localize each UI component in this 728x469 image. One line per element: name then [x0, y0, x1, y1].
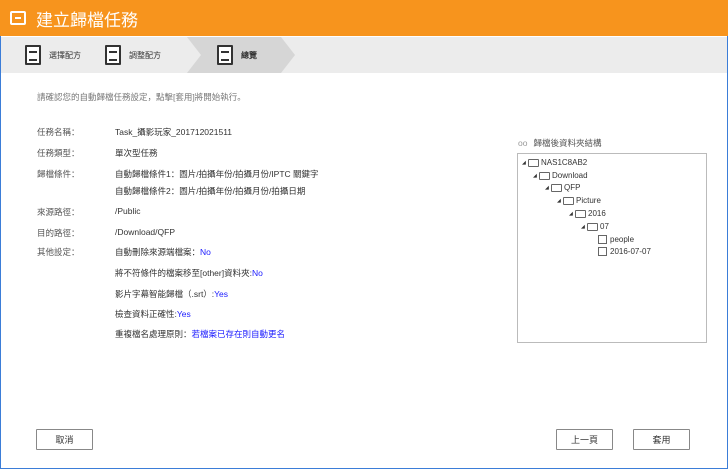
setting-other-folder: 將不符條件的檔案移至[other]資料夾:No — [115, 267, 263, 279]
book-icon — [105, 45, 121, 65]
value: 單次型任務 — [115, 148, 158, 158]
label: 來源路徑： — [37, 207, 80, 217]
folder-icon — [575, 209, 586, 218]
tree-node[interactable]: ◢ Picture — [557, 196, 601, 205]
tree-node[interactable]: ◢ QFP — [545, 183, 580, 192]
folder-icon — [539, 171, 550, 180]
value: /Download/QFP — [115, 227, 175, 237]
value: 自動刪除來源端檔案：No — [115, 246, 211, 258]
step-label: 選擇配方 — [49, 50, 81, 60]
tree-node[interactable]: ◢ Download — [533, 171, 588, 180]
task-name-row: 任務名稱： Task_攝影玩家_201712021511 — [37, 126, 232, 138]
label: 目的路徑： — [37, 228, 80, 238]
label: 任務名稱： — [37, 127, 80, 137]
folder-icon — [528, 158, 539, 167]
node-label: QFP — [564, 183, 581, 192]
step-label: 總覽 — [241, 50, 257, 60]
destination-row: 目的路徑： /Download/QFP — [37, 227, 175, 239]
step-adjust-recipe: 調整配方 — [81, 37, 161, 73]
folder-tree: ◢ NAS1C8AB2 ◢ Download ◢ QFP ◢ Picture ◢ 2016… — [517, 153, 707, 343]
folder-icon — [587, 222, 598, 231]
folder-icon — [598, 235, 607, 244]
tree-node[interactable]: ◢ NAS1C8AB2 — [522, 158, 587, 167]
other-settings-row: 其他設定： 自動刪除來源端檔案：No — [37, 246, 211, 258]
step-select-recipe: 選擇配方 — [1, 37, 81, 73]
setting-label: 將不符條件的檔案移至[other]資料夾: — [115, 268, 252, 278]
setting-value: Yes — [214, 289, 229, 299]
folder-icon — [598, 247, 607, 256]
wizard-steps: 選擇配方 調整配方 總覽 — [1, 37, 727, 73]
node-label: Picture — [576, 196, 601, 205]
dialog-title: 建立歸檔任務 — [36, 10, 138, 30]
node-label: 07 — [600, 222, 609, 231]
node-label: people — [610, 235, 635, 244]
archive-icon — [10, 11, 26, 25]
setting-label: 影片字幕智能歸檔（.srt）: — [115, 289, 215, 299]
setting-verify: 檢查資料正確性:Yes — [115, 308, 191, 320]
setting-duplicate: 重複檔名處理原則：若檔案已存在則自動更名 — [115, 328, 285, 340]
tree-leaf[interactable]: 2016-07-07 — [598, 247, 651, 256]
label: 歸檔條件： — [37, 169, 80, 179]
setting-value: 若檔案已存在則自動更名 — [191, 329, 286, 339]
setting-value: No — [251, 268, 263, 278]
label: 任務類型： — [37, 148, 80, 158]
condition-2: 自動歸檔條件2：圖片/拍攝年份/拍攝月份/拍攝日期 — [115, 186, 306, 196]
tree-heading: oo 歸檔後資料夾結構 — [518, 137, 601, 149]
node-label: Download — [552, 171, 588, 180]
setting-label: 重複檔名處理原則： — [115, 329, 192, 339]
setting-value: Yes — [176, 309, 191, 319]
node-label: 2016-07-07 — [610, 247, 651, 256]
apply-button[interactable]: 套用 — [633, 429, 690, 450]
task-type-row: 任務類型： 單次型任務 — [37, 147, 158, 159]
tree-title: 歸檔後資料夾結構 — [533, 138, 602, 148]
tree-node[interactable]: ◢ 2016 — [569, 209, 606, 218]
setting-label: 檢查資料正確性: — [115, 309, 177, 319]
source-row: 來源路徑： /Public — [37, 206, 141, 218]
conditions-row: 歸檔條件： 自動歸檔條件1：圖片/拍攝年份/拍攝月份/IPTC 關鍵字 — [37, 168, 319, 180]
tree-leaf[interactable]: people — [598, 235, 634, 244]
previous-button[interactable]: 上一頁 — [556, 429, 613, 450]
value: /Public — [115, 206, 141, 216]
folder-icon — [551, 183, 562, 192]
setting-value: No — [200, 247, 211, 257]
step-overview: 總覽 — [187, 37, 295, 73]
value: Task_攝影玩家_201712021511 — [115, 127, 233, 137]
tree-node[interactable]: ◢ 07 — [581, 222, 609, 231]
glasses-icon: oo — [518, 138, 528, 148]
node-label: NAS1C8AB2 — [541, 158, 588, 167]
setting-srt: 影片字幕智能歸檔（.srt）:Yes — [115, 288, 228, 300]
instruction-text: 請確認您的自動歸檔任務設定，點擊[套用]將開始執行。 — [37, 92, 246, 102]
value: 自動歸檔條件1：圖片/拍攝年份/拍攝月份/IPTC 關鍵字 — [115, 169, 319, 179]
list-icon — [25, 45, 41, 65]
label: 其他設定： — [37, 247, 80, 257]
node-label: 2016 — [588, 209, 606, 218]
setting-label: 自動刪除來源端檔案： — [115, 247, 201, 257]
step-label: 調整配方 — [129, 50, 161, 60]
folder-icon — [563, 196, 574, 205]
title-bar: 建立歸檔任務 — [0, 0, 728, 36]
clipboard-icon — [217, 45, 233, 65]
cancel-button[interactable]: 取消 — [36, 429, 93, 450]
